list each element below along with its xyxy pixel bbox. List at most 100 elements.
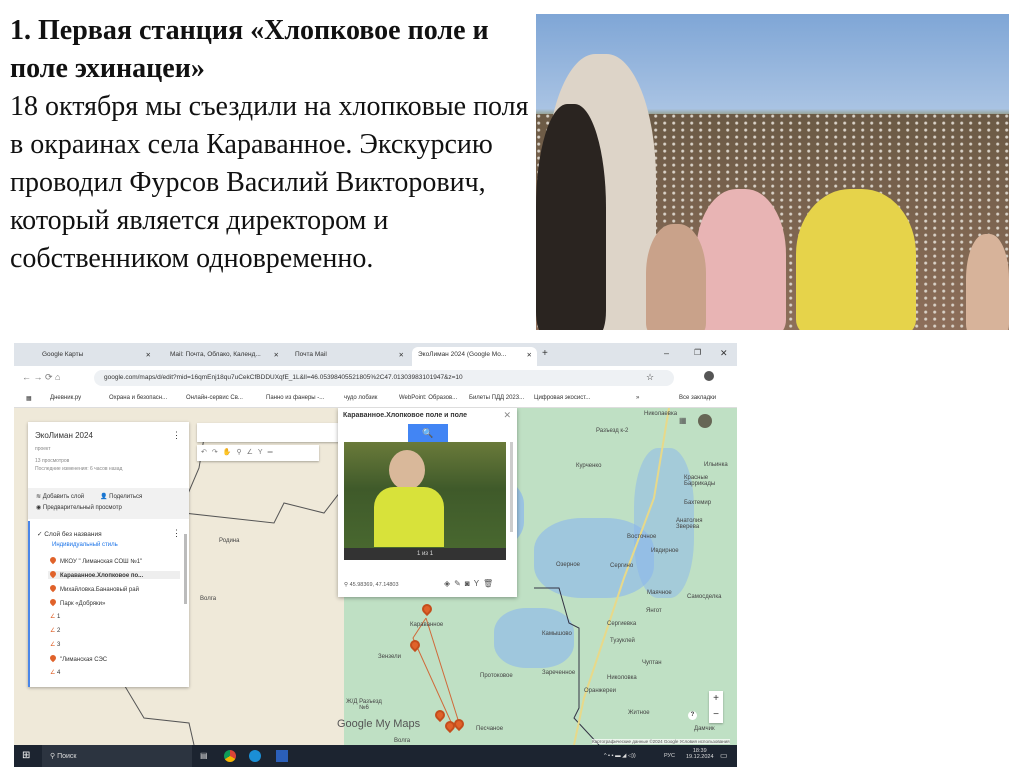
map-label: Ж/Д Разъезд №6	[346, 699, 382, 711]
popup-actions: ◈✎◙Y🗑	[444, 579, 497, 588]
map-attribution[interactable]: Картографические данные ©2024 Google Усл…	[592, 739, 730, 744]
bookmark[interactable]: Цифровая экосист...	[534, 395, 590, 401]
list-item[interactable]: Михайловка.Банановый рай	[48, 583, 139, 593]
tab-label: Почта Mail	[295, 351, 327, 358]
map-label: Разъезд к-2	[596, 428, 629, 434]
close-icon[interactable]: ✕	[399, 351, 404, 359]
edge-icon[interactable]	[249, 750, 261, 762]
map-label: Протоковое	[480, 673, 513, 679]
hand-icon[interactable]: ✋	[223, 449, 237, 456]
scrollbar[interactable]	[184, 534, 187, 604]
map-label: Озерное	[556, 562, 581, 568]
map-label: Восточное	[627, 534, 657, 540]
chrome-icon[interactable]	[224, 750, 236, 762]
nav-icons[interactable]: ← → ⟳ ⌂	[22, 372, 60, 383]
address-bar: ← → ⟳ ⌂ google.com/maps/d/edit?mid=16qmE…	[14, 366, 737, 390]
share-button[interactable]: 👤 Поделиться	[100, 493, 142, 500]
bookmark[interactable]: Билеты ПДД 2023...	[469, 395, 524, 401]
undo-icon[interactable]: ↶	[201, 449, 212, 456]
popup-coords: ⚲ 45.98369, 47.14803	[344, 582, 399, 588]
bookmark[interactable]: Дневник.ру	[50, 395, 81, 401]
tray-icons[interactable]: ^ ▪ ▪ ▬ ◢ ◁))	[604, 753, 636, 759]
layer-checkbox[interactable]: ✓ Слой без названия	[37, 530, 102, 538]
list-item[interactable]: ∠ 4	[50, 669, 60, 676]
windows-start-icon[interactable]: ⊞	[22, 750, 30, 761]
scrollbar[interactable]	[510, 442, 513, 532]
close-icon[interactable]: ✕	[274, 351, 279, 359]
maximize-icon[interactable]: ❐	[694, 348, 701, 357]
popup-photo[interactable]: 1 из 1	[344, 442, 506, 560]
marker-icon[interactable]: ⚲	[236, 449, 246, 456]
tab-bar: Google Карты ✕ Mail: Почта, Облако, Кален…	[14, 343, 737, 366]
ruler-icon[interactable]: ═	[268, 449, 278, 456]
map-label: Сергино	[610, 563, 634, 569]
tab-label: ЭкоЛиман 2024 (Google Мо...	[418, 351, 507, 358]
style-link[interactable]: Индивидуальный стиль	[52, 542, 118, 548]
map-label: Курченко	[576, 463, 602, 469]
map-label: Красные Баррикады	[684, 475, 716, 487]
more-bookmarks[interactable]: »	[636, 395, 639, 401]
list-item[interactable]: "Лиманская СЭС	[48, 653, 107, 663]
bookmark[interactable]: WebPoint: Образов...	[399, 395, 457, 401]
preview-button[interactable]: ◉ Предварительный просмотр	[36, 504, 122, 511]
close-window-icon[interactable]: ✕	[720, 348, 728, 359]
avatar[interactable]	[698, 414, 712, 428]
add-layer-button[interactable]: ≋ Добавить слой	[36, 493, 84, 500]
layer-more-icon[interactable]: ⋮	[172, 528, 181, 539]
tab-label: Mail: Почта, Облако, Календ...	[170, 351, 261, 358]
star-icon[interactable]: ☆	[646, 372, 654, 383]
tab-ecoliman[interactable]: ЭкоЛиман 2024 (Google Мо... ✕	[412, 347, 537, 366]
avatar[interactable]	[704, 371, 714, 381]
map-canvas[interactable]: Родина Волга Николаевка Разъезд к-2 Курч…	[14, 408, 737, 745]
more-icon[interactable]: ⋮	[172, 430, 181, 441]
camera-icon[interactable]: ◙	[465, 579, 474, 588]
bookmark[interactable]: Охрана и безопасн...	[109, 395, 167, 401]
list-item[interactable]: ∠ 1	[50, 613, 60, 620]
apps-icon[interactable]: ▦	[26, 395, 32, 402]
edit-icon[interactable]: ✎	[454, 579, 465, 588]
map-label: Ильинка	[704, 462, 728, 468]
list-item[interactable]: ∠ 2	[50, 627, 60, 634]
zoom-out-button[interactable]: −	[709, 707, 723, 723]
close-icon[interactable]: ✕	[527, 351, 532, 359]
tab-label: Google Карты	[42, 351, 84, 358]
tab-google-maps[interactable]: Google Карты ✕	[36, 347, 156, 366]
list-item-selected[interactable]: Караванное.Хлопковое по...	[48, 569, 180, 579]
list-item[interactable]: Парк «Добряки»	[48, 597, 105, 607]
bookmark[interactable]: чудо лобзик	[344, 395, 377, 401]
task-view-icon[interactable]: ▤	[200, 751, 208, 760]
place-popup: Караванное.Хлопковое поле и поле ✕ 🔍 1 и…	[338, 408, 517, 597]
taskbar-search[interactable]: ⚲ Поиск	[42, 745, 192, 767]
clock[interactable]: 18:39 19.12.2024	[686, 748, 714, 760]
bookmark[interactable]: Онлайн-сервис Св...	[186, 395, 243, 401]
style-icon[interactable]: ◈	[444, 579, 454, 588]
list-item[interactable]: ∠ 3	[50, 641, 60, 648]
route-icon: ∠	[50, 614, 58, 620]
close-icon[interactable]: ✕	[503, 410, 511, 421]
map-label: Сергиевка	[607, 621, 637, 627]
language-indicator[interactable]: РУС	[664, 753, 675, 759]
map-search-input[interactable]	[197, 423, 344, 442]
zoom-in-button[interactable]: +	[709, 691, 723, 707]
list-item[interactable]: МКОУ " Лиманская СОШ №1"	[48, 555, 142, 565]
bookmark[interactable]: Панно из фанеры -...	[266, 395, 324, 401]
all-bookmarks[interactable]: Все закладки	[679, 395, 716, 401]
directions-icon[interactable]: Y	[258, 449, 268, 456]
tab-pochta[interactable]: Почта Mail ✕	[289, 347, 409, 366]
draw-line-icon[interactable]: ∠	[247, 449, 258, 456]
apps-grid-icon[interactable]: ▦	[679, 416, 687, 425]
new-tab-icon[interactable]: +	[542, 348, 548, 359]
word-icon[interactable]	[276, 750, 288, 762]
delete-icon[interactable]: 🗑	[483, 579, 497, 588]
tab-mail[interactable]: Mail: Почта, Облако, Календ... ✕	[164, 347, 284, 366]
help-icon[interactable]: ?	[688, 711, 697, 720]
directions-icon[interactable]: Y	[474, 579, 483, 588]
url-input[interactable]: google.com/maps/d/edit?mid=16qmEnj18qu7u…	[94, 370, 674, 386]
minimize-icon[interactable]: –	[664, 348, 669, 358]
route-icon: ∠	[50, 628, 58, 634]
search-image-button[interactable]: 🔍	[408, 424, 448, 442]
map-title[interactable]: ЭкоЛиман 2024	[35, 431, 93, 440]
close-icon[interactable]: ✕	[146, 351, 151, 359]
notifications-icon[interactable]: ▭	[720, 751, 728, 760]
redo-icon[interactable]: ↷	[212, 449, 223, 456]
